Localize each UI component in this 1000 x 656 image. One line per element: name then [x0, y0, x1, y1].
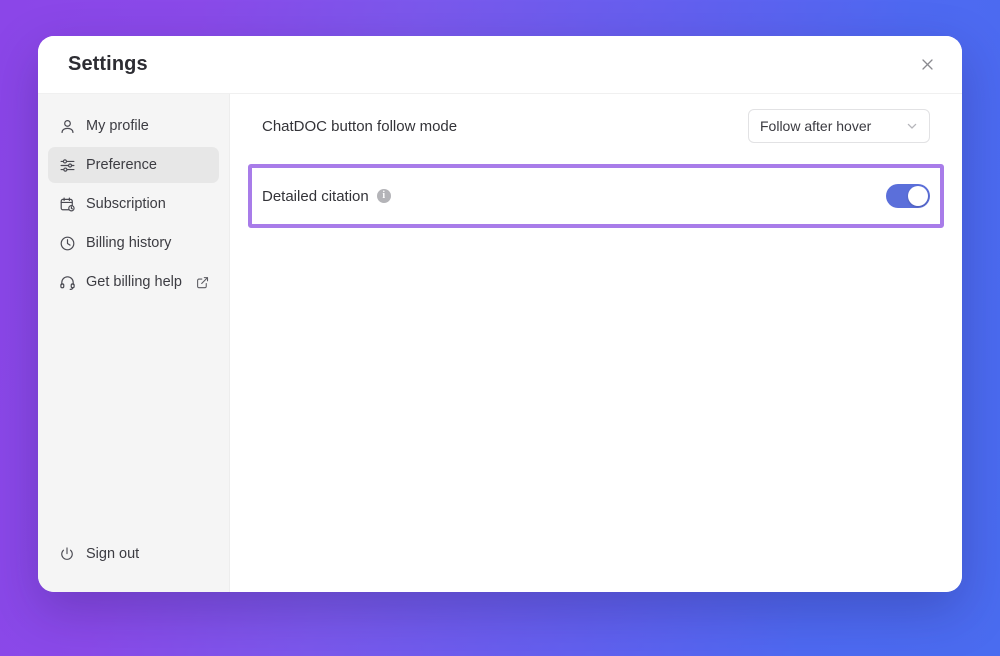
sidebar-item-label: Preference [86, 156, 157, 173]
sidebar-item-subscription[interactable]: Subscription [48, 186, 219, 222]
chevron-down-icon [906, 120, 918, 132]
power-icon [58, 545, 76, 563]
modal-body: My profile Preference Subscription Billi… [38, 94, 962, 592]
calendar-clock-icon [58, 195, 76, 213]
follow-mode-select-value: Follow after hover [760, 118, 872, 134]
close-button[interactable] [914, 52, 940, 78]
preference-panel: ChatDOC button follow mode Follow after … [230, 94, 962, 592]
sign-out-label: Sign out [86, 545, 140, 562]
sidebar-item-billing-history[interactable]: Billing history [48, 225, 219, 261]
close-icon [920, 57, 935, 72]
sidebar: My profile Preference Subscription Billi… [38, 94, 230, 592]
info-icon[interactable]: i [376, 189, 391, 203]
sidebar-item-my-profile[interactable]: My profile [48, 108, 219, 144]
toggle-knob [908, 186, 928, 206]
page-title: Settings [68, 53, 148, 75]
modal-header: Settings [38, 36, 962, 94]
setting-row-follow-mode: ChatDOC button follow mode Follow after … [248, 94, 944, 158]
headset-icon [58, 273, 76, 291]
settings-modal: Settings My profile Preference Subscript… [38, 36, 962, 592]
follow-mode-select[interactable]: Follow after hover [748, 109, 930, 143]
sidebar-item-get-billing-help[interactable]: Get billing help [48, 264, 219, 300]
user-icon [58, 117, 76, 135]
setting-label: Detailed citation [262, 187, 369, 205]
external-link-icon [196, 276, 209, 289]
setting-row-detailed-citation: Detailed citation i [252, 168, 940, 224]
sidebar-item-preference[interactable]: Preference [48, 147, 219, 183]
sidebar-item-label: Subscription [86, 195, 166, 212]
sidebar-nav: My profile Preference Subscription Billi… [48, 108, 219, 300]
sliders-icon [58, 156, 76, 174]
sidebar-item-label: My profile [86, 117, 149, 134]
sidebar-item-label: Billing history [86, 234, 172, 251]
sign-out-button[interactable]: Sign out [48, 536, 219, 572]
detailed-citation-toggle[interactable] [886, 184, 930, 208]
setting-label-wrapper: Detailed citation i [262, 188, 391, 205]
clock-icon [58, 234, 76, 252]
sidebar-item-label: Get billing help [86, 273, 182, 290]
highlight-outline: Detailed citation i [248, 164, 944, 228]
setting-label: ChatDOC button follow mode [262, 117, 458, 135]
